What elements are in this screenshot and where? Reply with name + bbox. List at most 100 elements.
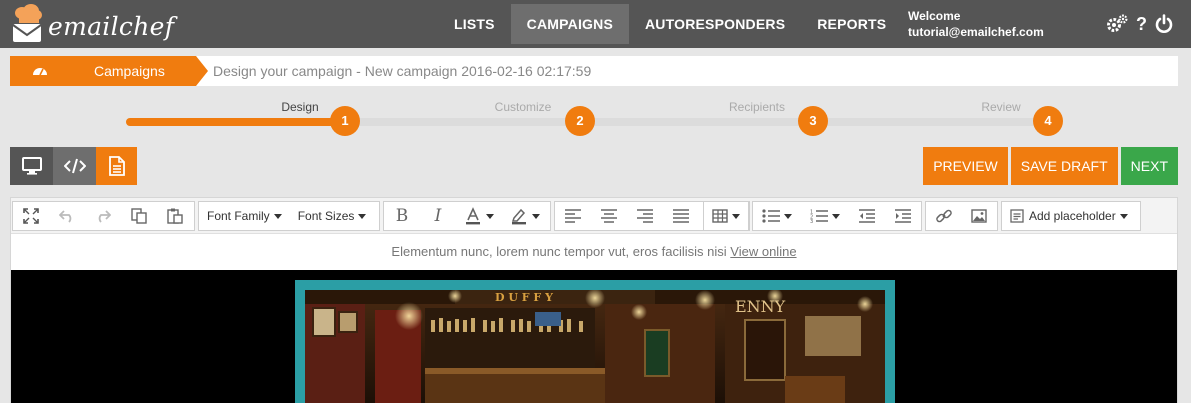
nav-reports[interactable]: REPORTS bbox=[801, 4, 902, 44]
help-icon[interactable]: ? bbox=[1136, 14, 1147, 34]
toolbar-group-format: B I bbox=[383, 201, 551, 231]
desktop-view-button[interactable] bbox=[10, 147, 53, 185]
nav-autoresponders[interactable]: AUTORESPONDERS bbox=[629, 4, 801, 44]
bullet-list-icon bbox=[762, 209, 780, 223]
preheader-text: Elementum nunc, lorem nunc tempor vut, e… bbox=[391, 244, 727, 259]
nav-campaigns[interactable]: CAMPAIGNS bbox=[510, 4, 629, 44]
chevron-down-icon bbox=[832, 213, 840, 219]
logo[interactable]: emailchef bbox=[10, 3, 174, 45]
chef-mail-logo-icon bbox=[12, 4, 42, 42]
step-track-fill bbox=[126, 118, 348, 126]
outdent-icon bbox=[859, 209, 875, 223]
preview-button[interactable]: PREVIEW bbox=[923, 147, 1008, 185]
chevron-down-icon bbox=[486, 213, 494, 219]
link-button[interactable] bbox=[926, 202, 962, 230]
svg-text:3: 3 bbox=[810, 219, 813, 223]
breadcrumb-campaigns[interactable]: Campaigns bbox=[70, 56, 196, 86]
undo-icon bbox=[59, 210, 72, 223]
text-color-button[interactable] bbox=[456, 202, 502, 230]
editor-toolbar: Font Family Font Sizes B I 1 2 3 Add pla… bbox=[11, 198, 1177, 234]
welcome-box[interactable]: Welcome tutorial@emailchef.com bbox=[908, 8, 1044, 40]
font-sizes-dropdown[interactable]: Font Sizes bbox=[290, 202, 375, 230]
numbered-list-button[interactable]: 1 2 3 bbox=[801, 202, 849, 230]
chevron-down-icon bbox=[532, 213, 540, 219]
align-right-icon bbox=[637, 209, 653, 223]
italic-icon: I bbox=[434, 206, 442, 226]
step-1-dot[interactable]: 1 bbox=[330, 106, 360, 136]
background-color-button[interactable] bbox=[502, 202, 548, 230]
indent-icon bbox=[895, 209, 911, 223]
user-email: tutorial@emailchef.com bbox=[908, 25, 1044, 39]
image-button[interactable] bbox=[962, 202, 998, 230]
italic-button[interactable]: I bbox=[420, 202, 456, 230]
action-group: PREVIEW SAVE DRAFT NEXT bbox=[923, 147, 1178, 185]
redo-button[interactable] bbox=[85, 202, 121, 230]
add-placeholder-label: Add placeholder bbox=[1029, 209, 1116, 223]
align-justify-icon bbox=[673, 209, 689, 223]
top-icons: ? bbox=[1106, 14, 1173, 34]
bold-icon: B bbox=[395, 206, 409, 226]
code-view-button[interactable] bbox=[53, 147, 96, 185]
document-view-button[interactable] bbox=[96, 147, 137, 185]
email-body[interactable]: D U F F Y ENNY bbox=[11, 270, 1177, 403]
power-icon[interactable] bbox=[1155, 14, 1173, 34]
chevron-down-icon bbox=[358, 213, 367, 219]
page-title: Design your campaign - New campaign 2016… bbox=[213, 63, 592, 79]
table-button[interactable] bbox=[704, 202, 748, 230]
view-mode-group bbox=[10, 147, 137, 185]
toolbar-group-insert bbox=[925, 201, 998, 231]
indent-button[interactable] bbox=[885, 202, 921, 230]
hero-image-frame[interactable]: D U F F Y ENNY bbox=[295, 280, 895, 403]
toolbar-group-lists: 1 2 3 bbox=[752, 201, 922, 231]
fullscreen-button[interactable] bbox=[13, 202, 49, 230]
breadcrumb-home[interactable] bbox=[10, 56, 70, 86]
step-2-dot[interactable]: 2 bbox=[565, 106, 595, 136]
main-nav: LISTS CAMPAIGNS AUTORESPONDERS REPORTS bbox=[438, 4, 902, 44]
gears-icon[interactable] bbox=[1106, 14, 1128, 34]
toolbar-group-history bbox=[12, 201, 195, 231]
align-center-icon bbox=[601, 209, 617, 223]
fullscreen-icon bbox=[23, 208, 39, 224]
hero-image[interactable]: D U F F Y ENNY bbox=[305, 290, 885, 403]
add-placeholder-dropdown[interactable]: Add placeholder bbox=[1002, 202, 1136, 230]
chevron-down-icon bbox=[1119, 213, 1128, 219]
svg-text:D U F F Y: D U F F Y bbox=[495, 291, 553, 304]
chevron-down-icon bbox=[732, 213, 740, 219]
step-progress: Design 1 Customize 2 Recipients 3 Review… bbox=[0, 92, 1191, 142]
save-draft-button[interactable]: SAVE DRAFT bbox=[1010, 147, 1118, 185]
paste-button[interactable] bbox=[157, 202, 193, 230]
align-center-button[interactable] bbox=[591, 202, 627, 230]
bullet-list-button[interactable] bbox=[753, 202, 801, 230]
font-family-dropdown[interactable]: Font Family bbox=[199, 202, 290, 230]
pub-interior-image: D U F F Y ENNY bbox=[305, 290, 885, 403]
code-icon bbox=[63, 158, 86, 174]
chevron-down-icon bbox=[784, 213, 792, 219]
undo-button[interactable] bbox=[49, 202, 85, 230]
placeholder-icon bbox=[1010, 209, 1024, 223]
table-icon bbox=[712, 209, 728, 223]
bold-button[interactable]: B bbox=[384, 202, 420, 230]
top-navbar: emailchef LISTS CAMPAIGNS AUTORESPONDERS… bbox=[0, 0, 1191, 48]
toolbar-group-table bbox=[703, 201, 749, 231]
image-icon bbox=[971, 209, 987, 223]
align-justify-button[interactable] bbox=[663, 202, 699, 230]
step-label-recipients: Recipients bbox=[728, 100, 786, 114]
view-online-link[interactable]: View online bbox=[730, 244, 796, 259]
nav-lists[interactable]: LISTS bbox=[438, 4, 511, 44]
next-button[interactable]: NEXT bbox=[1120, 147, 1178, 185]
copy-button[interactable] bbox=[121, 202, 157, 230]
step-label-customize: Customize bbox=[494, 100, 552, 114]
toolbar-group-placeholder: Add placeholder bbox=[1001, 201, 1141, 231]
paste-icon bbox=[167, 208, 183, 224]
font-family-label: Font Family bbox=[207, 209, 270, 223]
align-left-button[interactable] bbox=[555, 202, 591, 230]
step-4-dot[interactable]: 4 bbox=[1033, 106, 1063, 136]
email-editor: Font Family Font Sizes B I 1 2 3 Add pla… bbox=[10, 197, 1178, 403]
font-sizes-label: Font Sizes bbox=[297, 209, 355, 223]
breadcrumb-arrow bbox=[196, 56, 208, 86]
align-right-button[interactable] bbox=[627, 202, 663, 230]
step-3-dot[interactable]: 3 bbox=[798, 106, 828, 136]
outdent-button[interactable] bbox=[849, 202, 885, 230]
align-left-icon bbox=[565, 209, 581, 223]
breadcrumb: Campaigns Design your campaign - New cam… bbox=[10, 56, 1178, 86]
